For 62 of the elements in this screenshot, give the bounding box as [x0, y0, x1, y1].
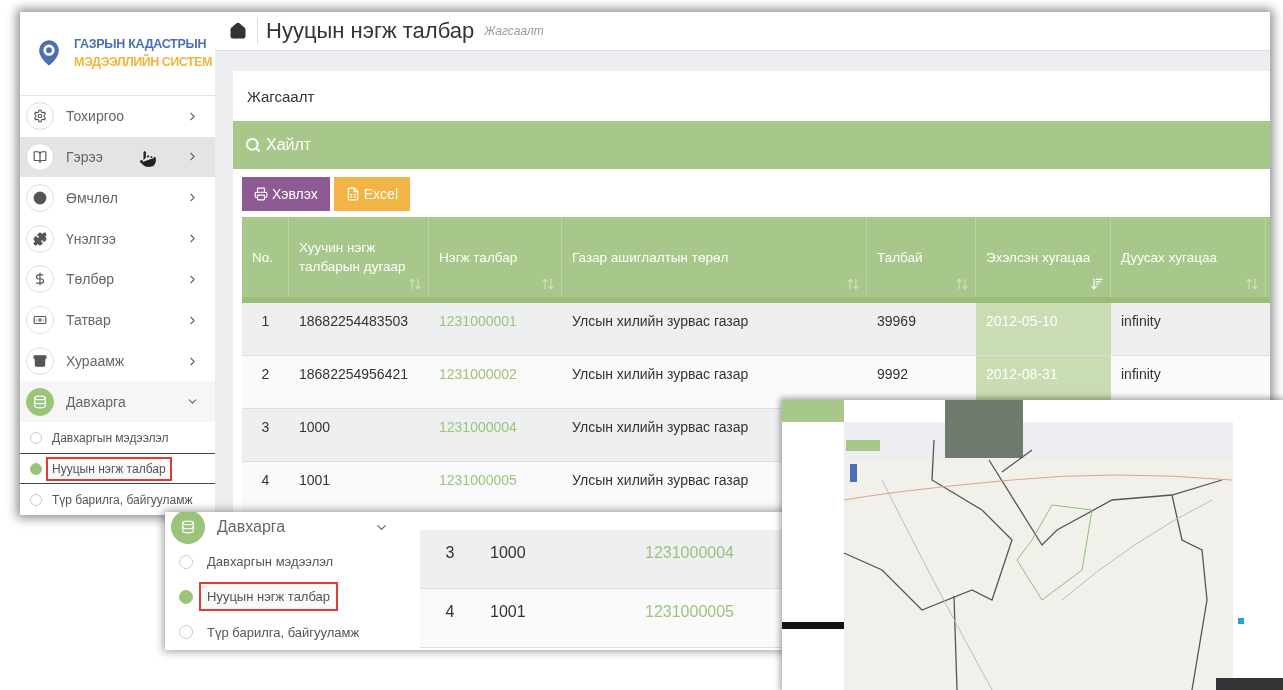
- tree-dot-icon: [179, 590, 193, 604]
- table-cell: 1001: [490, 603, 526, 620]
- table-cell: infinity: [1121, 366, 1161, 382]
- logo-title: ГАЗРЫН КАДАСТРЫН: [74, 37, 208, 52]
- table-cell: Улсын хилийн зурвас газар: [572, 472, 749, 488]
- sidebar-subitem[interactable]: Нууцын нэгж талбар: [46, 456, 172, 481]
- table-cell: 2: [261, 366, 270, 382]
- logo-subtitle: МЭДЭЭЛЛИЙН СИСТЕМ: [74, 55, 212, 70]
- sidebar-subitem[interactable]: Нууцын нэгж талбар: [199, 582, 339, 612]
- hand-cursor-icon: [138, 148, 158, 169]
- tree-dot-icon: [179, 625, 193, 640]
- spreadsheet-file-icon: [345, 187, 360, 201]
- tree-dot-icon: [30, 431, 42, 444]
- table-cell: 1001: [299, 472, 331, 488]
- sidebar-subitem[interactable]: Давхаргын мэдээлэл: [199, 547, 342, 577]
- table-cell: 18682254483503: [299, 313, 408, 329]
- table-cell: 4: [261, 472, 270, 488]
- sort-icon: [408, 277, 422, 291]
- home-icon[interactable]: [229, 22, 247, 40]
- table-cell: 3: [261, 419, 270, 435]
- printer-icon: [254, 187, 268, 201]
- print-button[interactable]: Хэвлэх: [242, 177, 330, 211]
- sidebar-subitem[interactable]: Түр барилга, байгууламж: [199, 617, 368, 647]
- tree-dot-icon: [30, 462, 42, 475]
- search-icon: [245, 137, 261, 153]
- dot-icon: [33, 190, 47, 205]
- table-cell: 3: [445, 544, 455, 561]
- archive-icon: [33, 354, 47, 369]
- tree-dot-icon: [179, 554, 193, 569]
- page-title: Нууцын нэгж талбар: [257, 18, 475, 44]
- sidebar-item[interactable]: Давхарга: [165, 512, 405, 544]
- table-cell: 18682254956421: [299, 366, 408, 382]
- sidebar-subitem[interactable]: Түр барилга, байгууламж: [46, 487, 199, 512]
- sort-icon: [955, 277, 969, 291]
- table-cell: Улсын хилийн зурвас газар: [572, 313, 749, 329]
- table-cell: Улсын хилийн зурвас газар: [572, 366, 749, 382]
- sidebar-item[interactable]: Давхарга: [20, 381, 215, 423]
- sort-icon: [541, 277, 555, 291]
- sort-descending-icon: [1090, 277, 1104, 291]
- puzzle-icon: [33, 231, 47, 246]
- table-cell: 2012-08-31: [986, 366, 1058, 382]
- book-icon: [33, 149, 47, 164]
- sort-icon: [1245, 277, 1259, 291]
- sidebar-subitem[interactable]: Давхаргын мэдээлэл: [46, 425, 175, 450]
- table-cell: 2012-05-10: [986, 313, 1058, 329]
- layers-icon: [181, 520, 195, 534]
- settings-icon: [33, 109, 47, 124]
- sidebar-item[interactable]: Гэрээ: [20, 136, 215, 178]
- dollar-icon: [33, 272, 47, 287]
- panel-title: Жагсаалт: [247, 87, 315, 105]
- layers-icon: [33, 394, 47, 409]
- table-cell: 9992: [877, 366, 909, 382]
- table-cell: infinity: [1121, 313, 1161, 329]
- sort-icon: [846, 277, 860, 291]
- table-cell: 4: [445, 603, 455, 620]
- tree-dot-icon: [30, 493, 42, 506]
- table-cell: Улсын хилийн зурвас газар: [572, 419, 749, 435]
- table-cell: 1000: [490, 544, 526, 561]
- table-cell: 1000: [299, 419, 331, 435]
- table-cell: 39969: [877, 313, 916, 329]
- page-subtitle: Жагсаалт: [484, 24, 544, 38]
- table-cell: 1: [261, 313, 270, 329]
